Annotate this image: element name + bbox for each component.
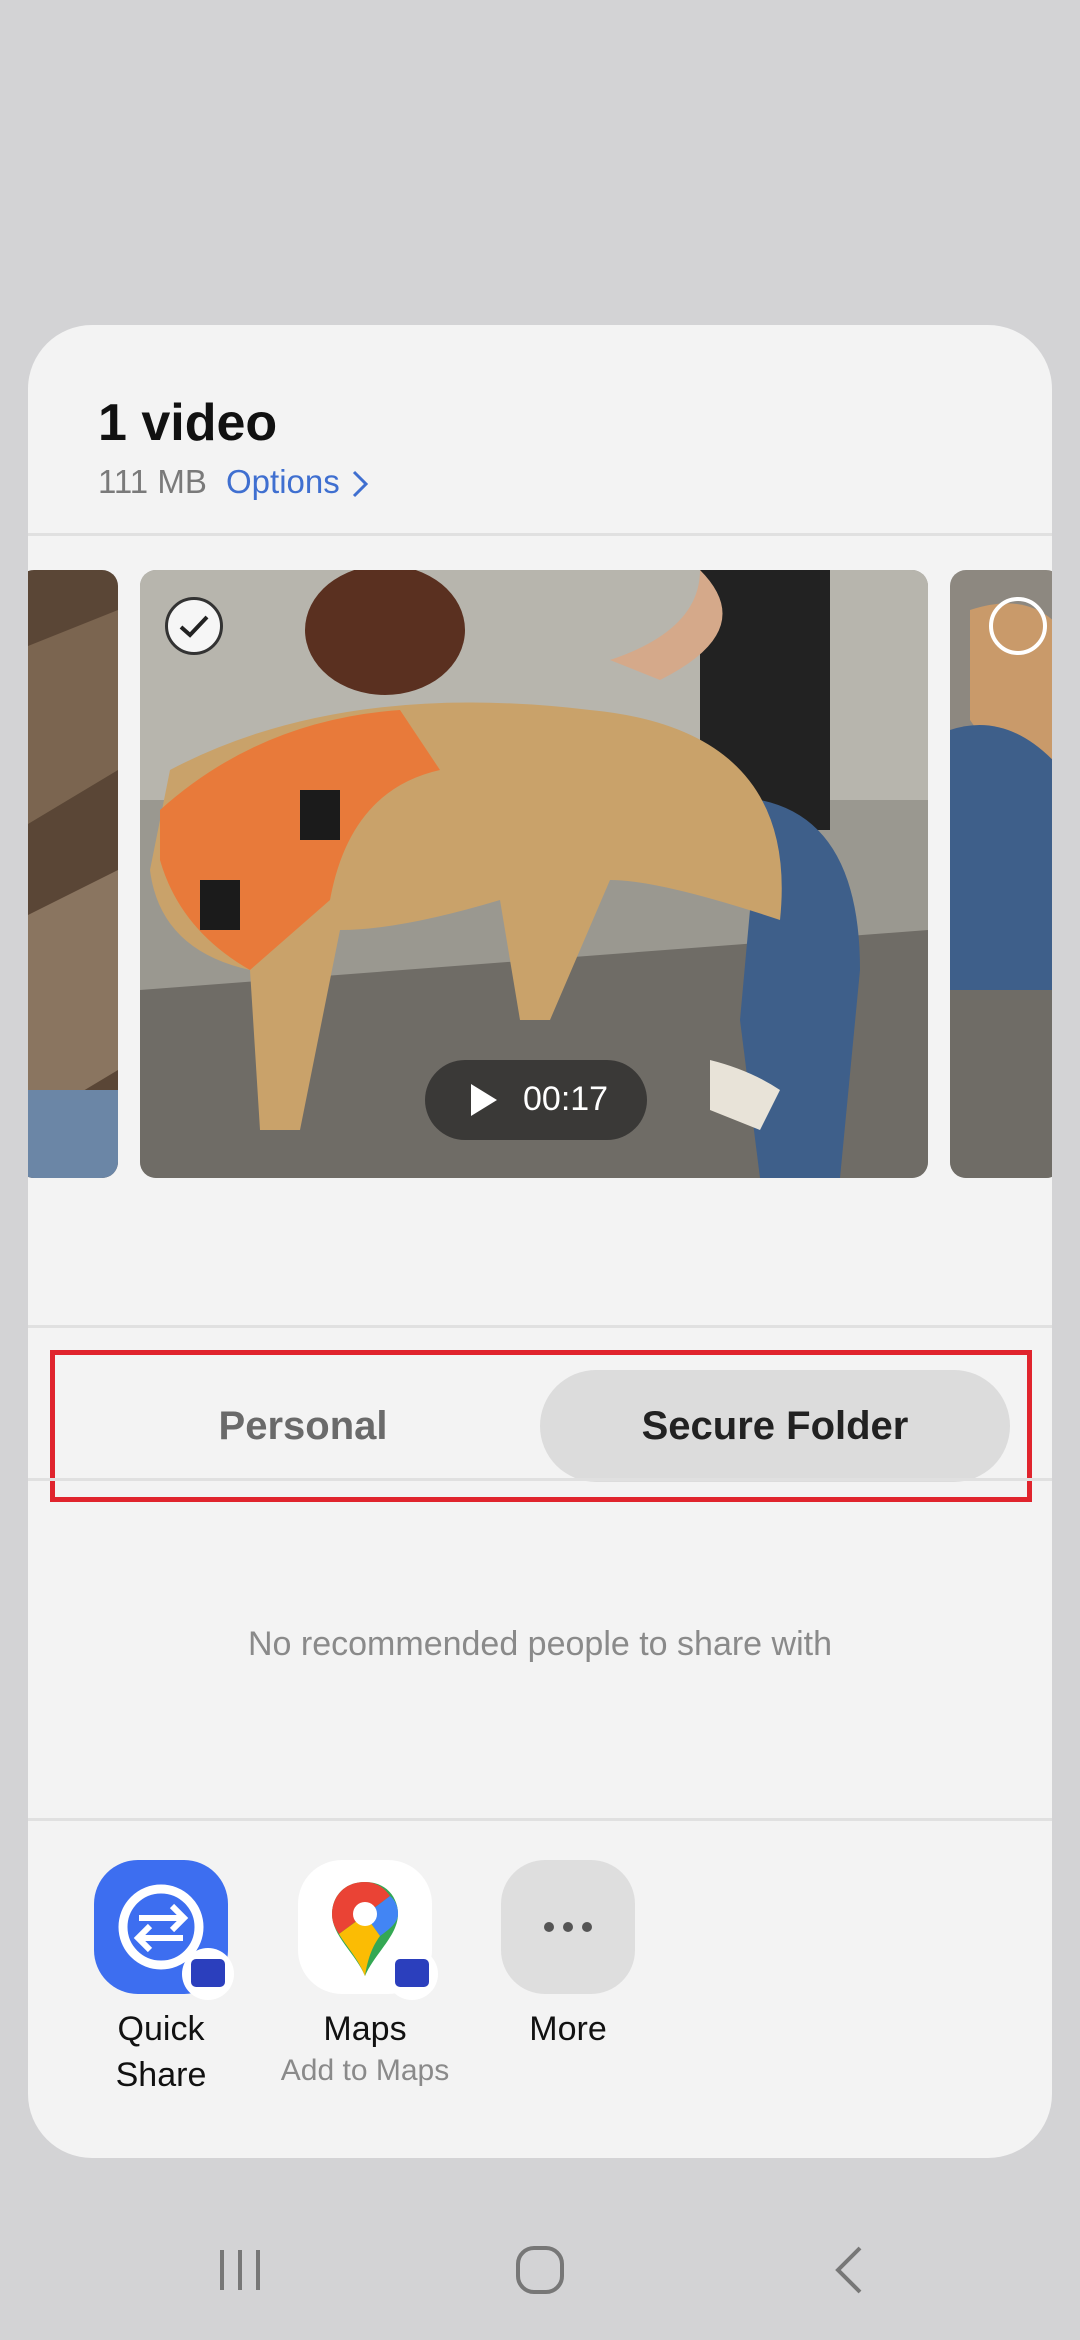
quick-share-icon (94, 1860, 234, 2000)
app-sublabel: Add to Maps (280, 2054, 450, 2087)
recent-apps-icon[interactable] (210, 2245, 270, 2295)
video-play-indicator[interactable]: 00:17 (425, 1060, 647, 1140)
video-duration: 00:17 (523, 1080, 609, 1118)
home-icon[interactable] (510, 2245, 570, 2295)
share-sheet: 1 video 111 MB Options 00:17 Personal Se… (28, 325, 1052, 2158)
app-label: Maps (323, 2010, 407, 2048)
no-recommendations-text: No recommended people to share with (248, 1625, 832, 1663)
share-app-row: Quick Share Maps Add to Maps More (28, 1860, 1052, 2130)
divider (28, 533, 1052, 536)
app-quick-share[interactable]: Quick Share (61, 1860, 261, 2098)
google-maps-icon (298, 1860, 438, 2000)
photo-thumbnail (28, 570, 118, 1178)
options-link[interactable]: Options (226, 463, 369, 500)
unselected-circle-icon[interactable] (989, 597, 1047, 655)
share-title: 1 video (98, 394, 278, 452)
play-icon (471, 1084, 497, 1116)
back-icon[interactable] (820, 2245, 880, 2295)
chevron-right-icon (352, 471, 369, 498)
app-label: More (529, 2010, 607, 2048)
media-thumbnail-current[interactable]: 00:17 (140, 570, 928, 1178)
profile-switch: Personal Secure Folder (28, 1350, 1052, 1510)
options-label: Options (226, 463, 340, 500)
share-subtitle: 111 MB Options (98, 463, 369, 501)
selected-check-icon[interactable] (165, 597, 223, 655)
divider (28, 1818, 1052, 1821)
app-label: Quick (117, 2010, 205, 2048)
app-more[interactable]: More (468, 1860, 668, 2052)
media-strip[interactable]: 00:17 (28, 570, 1052, 1178)
secure-folder-badge-icon (386, 1948, 438, 2000)
divider (28, 1478, 1052, 1481)
media-thumbnail-prev[interactable] (28, 570, 118, 1178)
app-label: Share (115, 2056, 207, 2094)
navigation-bar (0, 2225, 1080, 2315)
secure-folder-badge-icon (182, 1948, 234, 2000)
app-maps[interactable]: Maps Add to Maps (265, 1860, 465, 2090)
media-thumbnail-next[interactable] (950, 570, 1052, 1178)
divider (28, 1325, 1052, 1328)
photo-thumbnail (950, 570, 1052, 1178)
more-dots-icon (501, 1860, 635, 1994)
file-size: 111 MB (98, 463, 207, 500)
